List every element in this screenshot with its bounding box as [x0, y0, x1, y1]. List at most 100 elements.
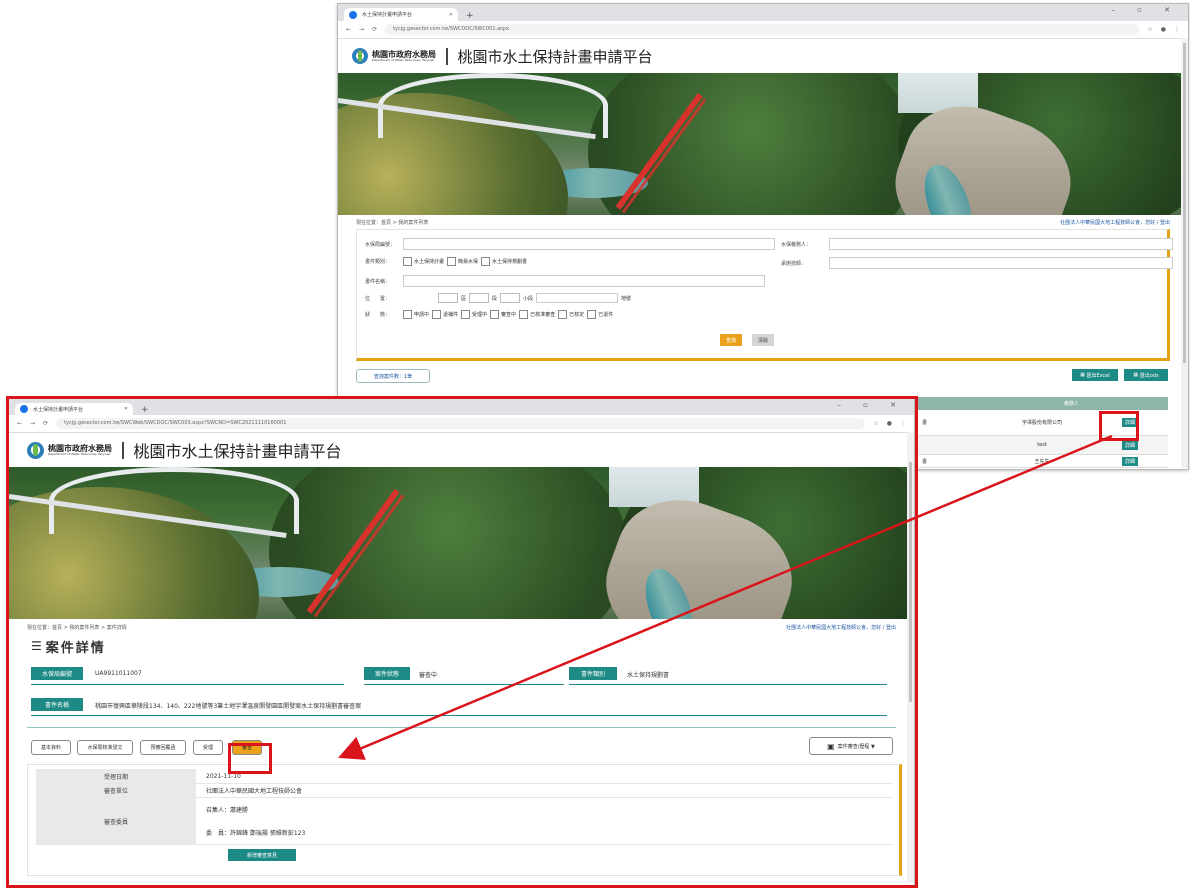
name-value: 桃園市復興區華陵段134、140、222地號等3筆土地宇澤溫泉開發園區開發案水土… [95, 703, 362, 710]
status-5[interactable]: 已核准審查 [519, 310, 555, 319]
type-value: 水土保持規劃書 [627, 672, 670, 679]
logo-en: Department of Water Resources, Taoyuan [372, 58, 435, 62]
name-underline [31, 715, 887, 716]
profile-icon[interactable]: ● [1161, 26, 1166, 33]
detail-row: 受理日期 2021-11-10 [36, 769, 893, 784]
export-excel-button[interactable]: ▦ 匯出Excel [1072, 369, 1118, 381]
land-no-input[interactable] [536, 293, 619, 303]
water-id-value: UA9911011007 [95, 670, 142, 677]
name-label: 書件名稱 [31, 698, 83, 711]
detail-row: 審查單位 社團法人中華民國大地工程技師公會 [36, 784, 893, 798]
detail-button[interactable]: 詳細 [1122, 440, 1138, 450]
new-tab-button[interactable]: + [141, 405, 149, 415]
search-button[interactable]: 查詢 [720, 334, 742, 346]
logo-cn: 桃園市政府水務局 [372, 49, 436, 59]
case-type-1[interactable]: 水土保持計畫 [403, 257, 444, 266]
site-logo[interactable]: 桃園市政府水務局 Department of Water Resources, … [27, 441, 112, 459]
star-icon[interactable]: ☆ [1147, 26, 1152, 33]
status-1[interactable]: 申請中 [403, 310, 429, 319]
plan-name-input[interactable] [403, 275, 765, 287]
back-icon[interactable]: ← [17, 420, 22, 427]
user-info-link[interactable]: 社團法人中華民國大地工程技師公會，您好 / 登出 [786, 624, 896, 631]
window-controls[interactable]: – ▫ ✕ [1111, 6, 1180, 14]
case-info: 水保局編號 UA9911011007 案件狀態 審查中 書件類別 水土保持規劃書… [9, 657, 914, 727]
water-id-input[interactable] [403, 238, 775, 250]
status-2[interactable]: 退補件 [432, 310, 458, 319]
district-select[interactable] [438, 293, 458, 303]
hero-banner [338, 73, 1188, 215]
site-logo[interactable]: 桃園市政府水務局 Department of Water Resources, … [352, 48, 436, 64]
detail-row: 審查委員 召集人：蕭建勝 委 員：許錦鋒 鄭瑞揚 張維新彭123 [36, 798, 893, 845]
forward-icon[interactable]: → [359, 26, 364, 33]
star-icon[interactable]: ☆ [873, 420, 878, 427]
tab-pre-review-reply[interactable]: 預審回覆函 [140, 740, 186, 755]
url-field[interactable]: tycjg.gesector.com.tw/SWCDOC/SWC001.aspx [385, 24, 1140, 35]
detail-button[interactable]: 詳細 [1122, 418, 1138, 427]
tab-review[interactable]: 審查 [232, 740, 262, 755]
search-form: 水保局編號： 水保義務人： 書件類別： 水土保持計畫 簡易水保 水土保持規劃書 … [356, 229, 1173, 361]
clear-button[interactable]: 清除 [752, 334, 774, 346]
nav-buttons: ← → ⟳ [9, 420, 56, 427]
user-info-link[interactable]: 社團法人中華民國大地工程技師公會，您好 / 登出 [1060, 219, 1170, 226]
new-tab-button[interactable]: + [466, 11, 474, 21]
scrollbar[interactable] [1181, 38, 1188, 468]
detail-button[interactable]: 詳細 [1122, 456, 1138, 466]
tab-approval-doc[interactable]: 水保局核准發文 [77, 740, 133, 755]
table-row: 書 王先生 詳細 [916, 455, 1168, 468]
type-label: 書件類別 [569, 667, 617, 680]
status-4[interactable]: 審查中 [490, 310, 516, 319]
export-ods-button[interactable]: ▦ 匯出ods [1124, 369, 1168, 381]
excel-icon: ▦ [1080, 372, 1085, 378]
menu-icon[interactable]: ⋮ [900, 420, 906, 427]
tab-basic-info[interactable]: 基本資料 [31, 740, 71, 755]
site-title: 桃園市水土保持計畫申請平台 [457, 47, 653, 66]
logo-text: 桃園市政府水務局 Department of Water Resources, … [48, 444, 112, 456]
status-7[interactable]: 已退件 [587, 310, 613, 319]
applicant-input[interactable] [829, 238, 1173, 250]
water-id-label: 水保局編號 [31, 667, 83, 680]
status-3[interactable]: 受理中 [461, 310, 487, 319]
tech-input[interactable] [829, 257, 1173, 269]
browser-tab[interactable]: 水土保持計畫申請平台 ✕ [15, 403, 133, 415]
reload-icon[interactable]: ⟳ [43, 420, 48, 427]
section-select[interactable] [469, 293, 490, 303]
forward-icon[interactable]: → [30, 420, 35, 427]
menu-icon[interactable]: ⋮ [1174, 26, 1180, 33]
logo-emblem-icon [352, 48, 368, 64]
url-field[interactable]: tycjg.gesector.com.tw/SWCWeb/SWCDOC/SWC0… [56, 418, 866, 429]
status-value: 審查中 [419, 672, 438, 679]
case-type-3[interactable]: 水土保持規劃書 [481, 257, 527, 266]
label-location: 位 置： [365, 295, 391, 302]
tab-bar: 水土保持計畫申請平台 ✕ + – ▫ ✕ [9, 399, 914, 415]
result-count: 查詢案件數：1筆 [356, 369, 430, 383]
page-title: 案件詳情 [45, 640, 106, 656]
tab-bar: 水土保持計畫申請平台 ✕ + – ▫ ✕ [338, 4, 1188, 21]
nav-buttons: ← → ⟳ [338, 26, 385, 33]
site-header: 桃園市政府水務局 Department of Water Resources, … [9, 433, 914, 467]
table-row: 書 宇澤股份有限公司 詳細 [916, 410, 1168, 436]
favicon-icon [20, 405, 28, 413]
history-dropdown[interactable]: ▣ 案件審查/歷程 ▼ [809, 737, 893, 755]
type-underline [569, 684, 887, 685]
profile-icon[interactable]: ● [887, 420, 892, 427]
label-applicant: 水保義務人： [781, 241, 812, 248]
back-icon[interactable]: ← [346, 26, 351, 33]
status-6[interactable]: 已核定 [558, 310, 584, 319]
tab-title: 水土保持計畫申請平台 [33, 406, 84, 413]
case-type-2[interactable]: 簡易水保 [447, 257, 478, 266]
browser-tab[interactable]: 水土保持計畫申請平台 ✕ [344, 8, 458, 21]
reload-icon[interactable]: ⟳ [372, 26, 377, 33]
subsection-select[interactable] [500, 293, 521, 303]
tab-accept[interactable]: 受理 [193, 740, 223, 755]
add-review-button[interactable]: 新增審查意見 [228, 849, 296, 861]
close-tab-icon[interactable]: ✕ [124, 406, 128, 412]
logo-en: Department of Water Resources, Taoyuan [48, 452, 111, 456]
window-controls[interactable]: – ▫ ✕ [837, 401, 906, 409]
breadcrumb: 現在位置：首頁 > 我的案件列表 [356, 219, 429, 226]
status-label: 案件狀態 [364, 667, 410, 680]
scrollbar[interactable] [907, 432, 914, 882]
browser-tools: ☆ ● ⋮ [865, 420, 914, 427]
browser-tools: ☆ ● ⋮ [1139, 26, 1188, 33]
close-tab-icon[interactable]: ✕ [449, 12, 453, 18]
site-header: 桃園市政府水務局 Department of Water Resources, … [338, 39, 1188, 73]
